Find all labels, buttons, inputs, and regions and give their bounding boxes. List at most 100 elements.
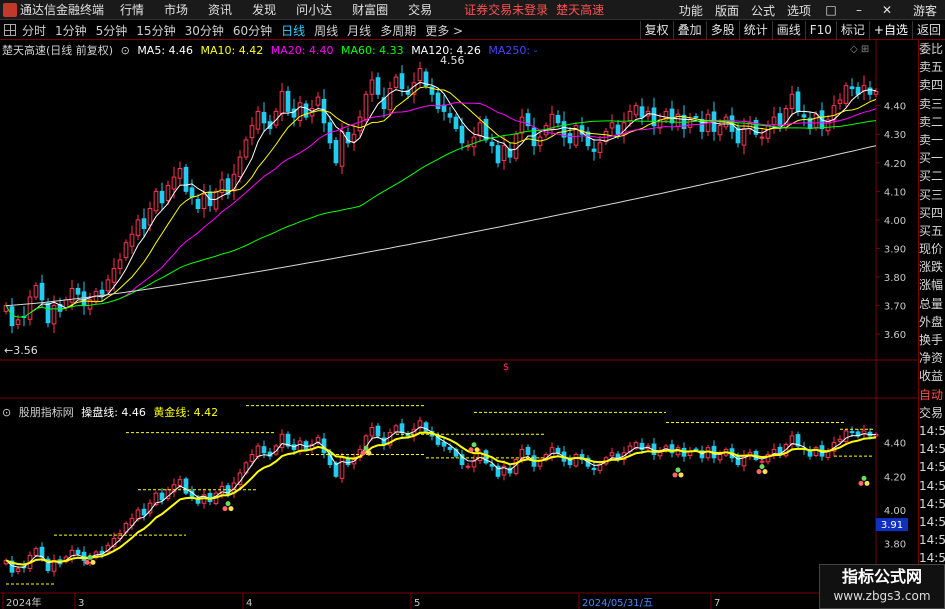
candle-body bbox=[399, 73, 405, 90]
side-item[interactable]: 14:56 bbox=[919, 531, 945, 549]
close-icon[interactable]: ✕ bbox=[879, 3, 895, 17]
period-30min[interactable]: 30分钟 bbox=[185, 22, 224, 39]
side-item[interactable]: 现价 bbox=[919, 240, 945, 258]
signal-dot bbox=[222, 506, 228, 512]
sub-candle-body bbox=[33, 548, 39, 556]
side-item[interactable]: 卖五 bbox=[919, 58, 945, 76]
tool-stats[interactable]: 统计 bbox=[738, 21, 772, 40]
side-item[interactable]: 卖三 bbox=[919, 95, 945, 113]
candle-body bbox=[597, 142, 603, 154]
menu-function[interactable]: 功能 bbox=[679, 2, 703, 19]
tool-draw[interactable]: 画线 bbox=[771, 21, 805, 40]
menu-layout[interactable]: 版面 bbox=[715, 2, 739, 19]
login-notice[interactable]: 证券交易未登录 bbox=[464, 1, 548, 18]
side-item[interactable]: 外盘 bbox=[919, 313, 945, 331]
side-item[interactable]: 买二 bbox=[919, 167, 945, 185]
side-item[interactable]: 涨幅 bbox=[919, 276, 945, 294]
menu-formula[interactable]: 公式 bbox=[751, 2, 775, 19]
side-item[interactable]: 14:56 bbox=[919, 495, 945, 513]
y-tick-label: 4.20 bbox=[884, 159, 906, 170]
minimize-icon[interactable]: – bbox=[851, 3, 867, 17]
y-tick-label: 3.80 bbox=[884, 273, 906, 284]
side-item[interactable]: 净资 bbox=[919, 349, 945, 367]
period-daily[interactable]: 日线 bbox=[281, 22, 305, 39]
side-item[interactable]: 买五 bbox=[919, 222, 945, 240]
side-item[interactable]: 买三 bbox=[919, 186, 945, 204]
sub-y-tick-label: 4.00 bbox=[884, 506, 906, 517]
side-item[interactable]: 14:56 bbox=[919, 477, 945, 495]
toggle-icon[interactable]: ⊙ bbox=[121, 44, 130, 57]
grid-icon[interactable] bbox=[4, 24, 16, 36]
x-tick-label: 2024/05/31/五 bbox=[582, 598, 653, 609]
signal-dot bbox=[678, 472, 684, 478]
candle-body bbox=[837, 99, 843, 104]
side-item[interactable]: 14:56 bbox=[919, 422, 945, 440]
side-item[interactable]: 换手 bbox=[919, 331, 945, 349]
tool-adjust[interactable]: 复权 bbox=[639, 21, 673, 40]
candle-body bbox=[27, 296, 33, 320]
period-timeshare[interactable]: 分时 bbox=[22, 22, 46, 39]
side-item[interactable]: 卖一 bbox=[919, 131, 945, 149]
period-more[interactable]: 更多 > bbox=[425, 22, 463, 39]
tool-f10[interactable]: F10 bbox=[804, 21, 836, 40]
side-item[interactable]: 14:56 bbox=[919, 440, 945, 458]
side-item[interactable]: 总量 bbox=[919, 295, 945, 313]
period-5min[interactable]: 5分钟 bbox=[96, 22, 128, 39]
side-item[interactable]: 自动 bbox=[919, 386, 945, 404]
side-item[interactable]: 卖二 bbox=[919, 113, 945, 131]
tool-overlay[interactable]: 叠加 bbox=[672, 21, 706, 40]
menu-options[interactable]: 选项 bbox=[787, 2, 811, 19]
side-item[interactable]: 交易 bbox=[919, 404, 945, 422]
tool-add-watchlist[interactable]: +自选 bbox=[868, 21, 912, 40]
toggle-icon[interactable]: ⊙ bbox=[2, 406, 11, 419]
side-item[interactable]: 14:56 bbox=[919, 458, 945, 476]
tool-multi[interactable]: 多股 bbox=[705, 21, 739, 40]
side-item[interactable]: 收益 bbox=[919, 367, 945, 385]
sub-candle-body bbox=[849, 431, 855, 434]
candle-body bbox=[45, 302, 51, 324]
tool-back[interactable]: 返回 bbox=[911, 21, 945, 40]
maximize-icon[interactable]: □ bbox=[823, 3, 839, 17]
side-item[interactable]: 委比 bbox=[919, 40, 945, 58]
sub-candle-body bbox=[717, 453, 723, 461]
menu-fortune[interactable]: 财富圈 bbox=[352, 1, 388, 18]
side-item[interactable]: 买四 bbox=[919, 204, 945, 222]
y-tick-label: 3.90 bbox=[884, 244, 906, 255]
candle-body bbox=[585, 131, 591, 147]
signal-dot bbox=[864, 480, 870, 486]
sub-y-tick-label: 4.20 bbox=[884, 472, 906, 483]
period-15min[interactable]: 15分钟 bbox=[136, 22, 175, 39]
y-tick-label: 3.60 bbox=[884, 330, 906, 341]
user-label[interactable]: 游客 bbox=[913, 2, 937, 19]
period-weekly[interactable]: 周线 bbox=[314, 22, 338, 39]
candle-body bbox=[495, 145, 501, 164]
period-60min[interactable]: 60分钟 bbox=[233, 22, 272, 39]
x-tick-label: 4 bbox=[246, 598, 252, 609]
period-multi[interactable]: 多周期 bbox=[380, 22, 416, 39]
candle-body bbox=[111, 267, 117, 283]
side-item[interactable]: 14:56 bbox=[919, 513, 945, 531]
candle-body bbox=[129, 233, 135, 247]
scroll-marker: $ bbox=[503, 362, 509, 373]
legend-ma250: MA250: - bbox=[488, 44, 538, 57]
side-item[interactable]: 卖四 bbox=[919, 76, 945, 94]
candle-body bbox=[81, 291, 87, 307]
side-item[interactable]: 涨跌 bbox=[919, 258, 945, 276]
period-monthly[interactable]: 月线 bbox=[347, 22, 371, 39]
menu-ask[interactable]: 问小达 bbox=[296, 1, 332, 18]
sub-candle-body bbox=[393, 425, 399, 433]
menu-quotes[interactable]: 行情 bbox=[120, 1, 144, 18]
sub-candle-body bbox=[135, 509, 141, 520]
menu-market[interactable]: 市场 bbox=[164, 1, 188, 18]
tool-mark[interactable]: 标记 bbox=[835, 21, 869, 40]
y-tick-label: 4.30 bbox=[884, 130, 906, 141]
menu-trade[interactable]: 交易 bbox=[408, 1, 432, 18]
candle-body bbox=[453, 116, 459, 130]
kline-chart[interactable]: $4.40 4.30 4.20 4.10 4.00 3.90 3.80 3.70 3.60 4.4… bbox=[0, 40, 918, 609]
period-1min[interactable]: 1分钟 bbox=[55, 22, 87, 39]
side-item[interactable]: 买一 bbox=[919, 149, 945, 167]
candle-body bbox=[843, 85, 849, 104]
menu-news[interactable]: 资讯 bbox=[208, 1, 232, 18]
candle-body bbox=[189, 187, 195, 198]
menu-discover[interactable]: 发现 bbox=[252, 1, 276, 18]
